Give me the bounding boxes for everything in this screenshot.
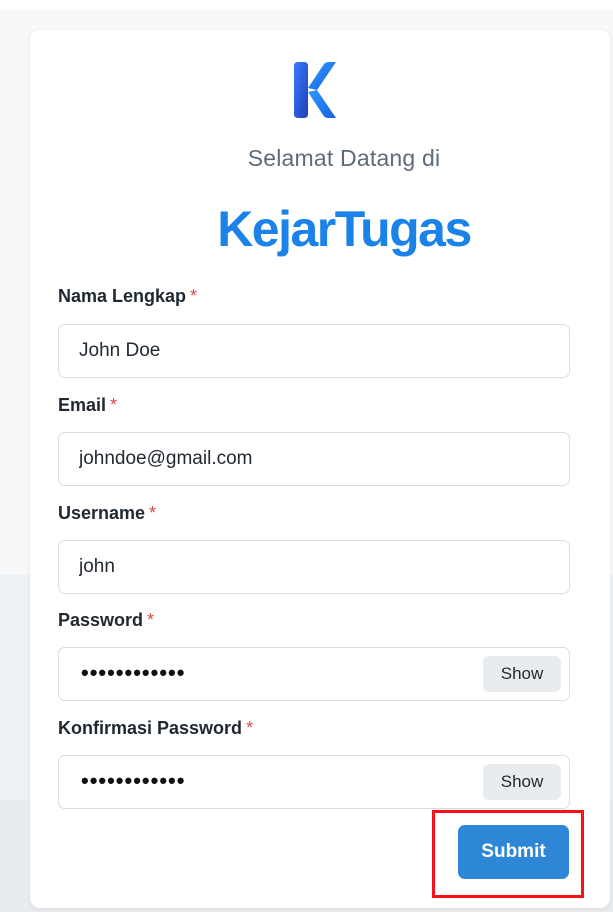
email-input[interactable] (58, 432, 570, 486)
required-asterisk: * (190, 286, 198, 306)
required-asterisk: * (147, 610, 155, 630)
username-input[interactable] (58, 540, 570, 594)
username-label-text: Username (58, 503, 146, 523)
required-asterisk: * (149, 503, 157, 523)
brand-logotype: KejarTugas (217, 201, 472, 257)
k-logo-icon (294, 62, 336, 118)
full-name-label-text: Nama Lengkap (58, 286, 187, 306)
confirm-password-masked-value: •••••••••••• (81, 768, 186, 793)
submit-button[interactable]: Submit (458, 825, 569, 879)
welcome-heading: Selamat Datang di (247, 145, 441, 171)
show-password-button[interactable]: Show (483, 656, 561, 692)
required-asterisk: * (246, 718, 254, 738)
username-label: Username * (58, 503, 156, 524)
full-name-label: Nama Lengkap * (58, 286, 197, 307)
email-label: Email * (58, 395, 117, 416)
registration-card: Selamat Datang di KejarTugas Nama Lengka… (30, 30, 610, 908)
page-top-band (0, 0, 613, 10)
full-name-input[interactable] (58, 324, 570, 378)
show-confirm-password-button[interactable]: Show (483, 764, 561, 800)
confirm-password-label-text: Konfirmasi Password (58, 718, 243, 738)
confirm-password-label: Konfirmasi Password * (58, 718, 253, 739)
confirm-password-field[interactable]: •••••••••••• Show (58, 755, 570, 809)
email-label-text: Email (58, 395, 107, 415)
password-masked-value: •••••••••••• (81, 660, 186, 685)
required-asterisk: * (110, 395, 118, 415)
password-label: Password * (58, 610, 154, 631)
password-field[interactable]: •••••••••••• Show (58, 647, 570, 701)
password-label-text: Password (58, 610, 144, 630)
